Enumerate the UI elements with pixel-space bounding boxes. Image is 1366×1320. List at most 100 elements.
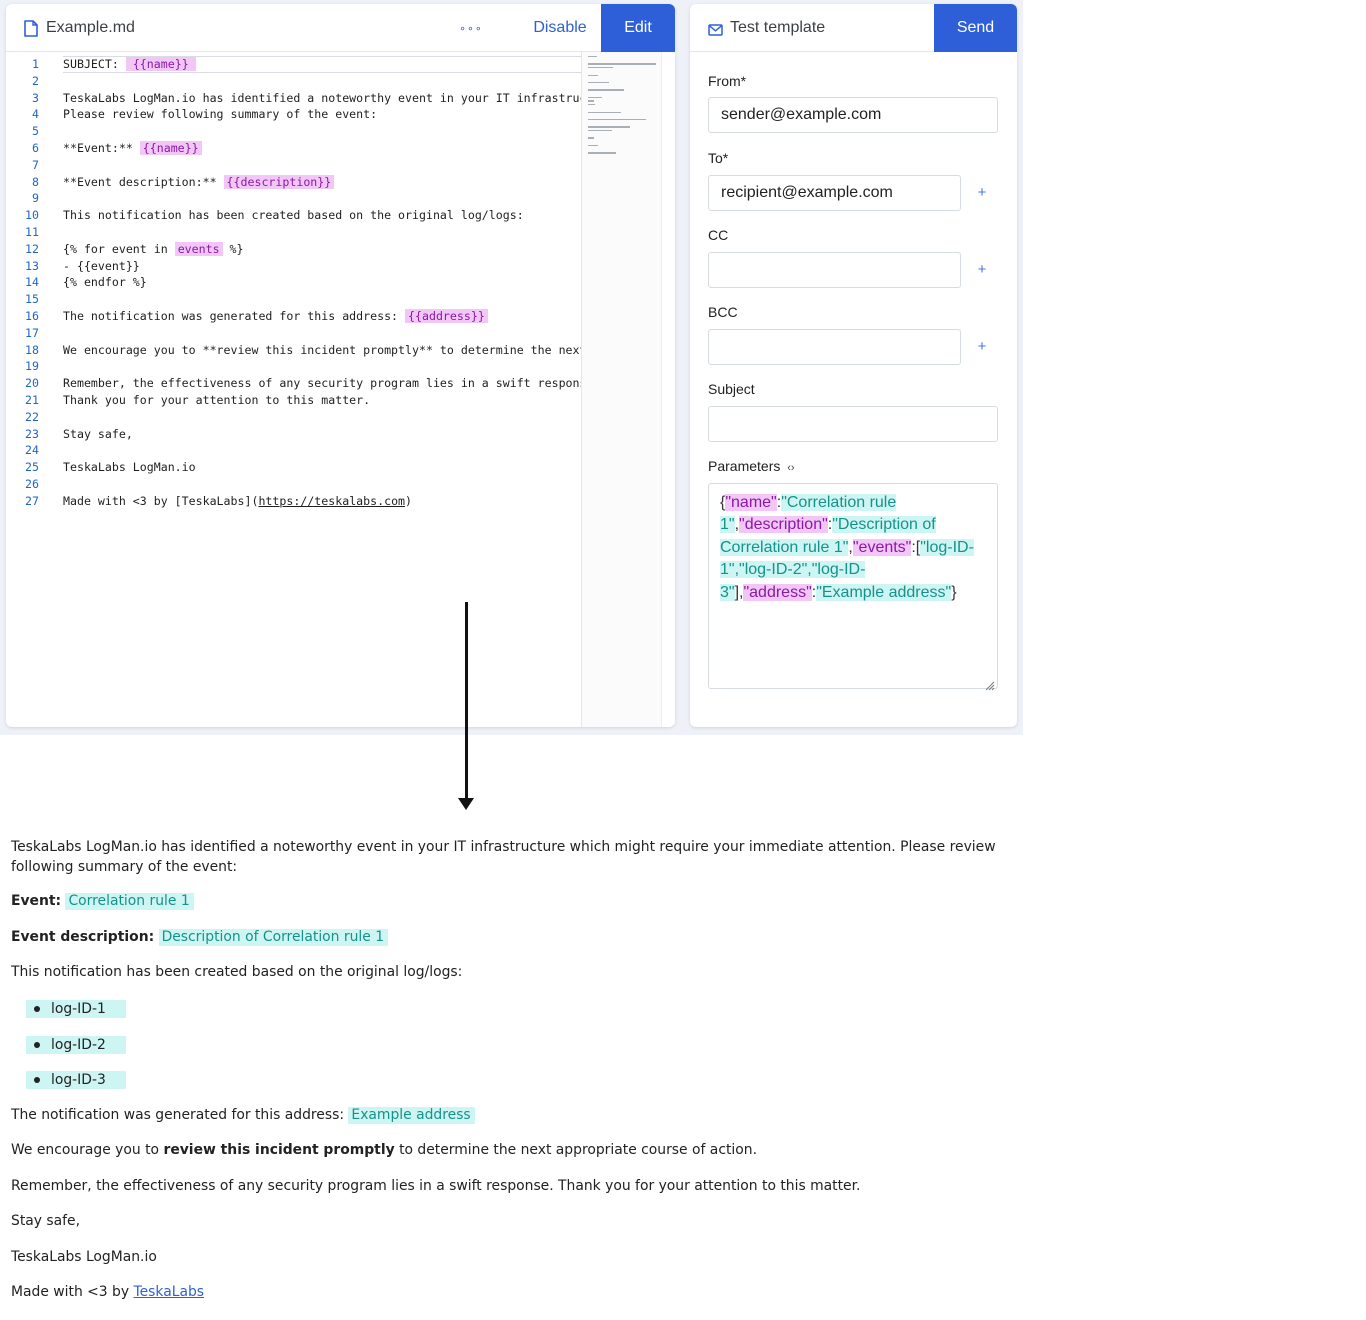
code-line: 19	[6, 358, 581, 375]
code-line: 20 Remember, the effectiveness of any sec…	[6, 375, 581, 392]
line-number: 2	[32, 73, 39, 88]
code-line: 16 The notification was generated for thi…	[6, 308, 581, 325]
subject-field[interactable]	[708, 406, 998, 442]
parameters-json-content: {"name":"Correlation rule 1","descriptio…	[720, 494, 974, 601]
from-field[interactable]	[708, 97, 998, 133]
minimap-line	[588, 144, 599, 147]
line-content: Stay safe,	[63, 426, 133, 443]
json-punctuation: }	[951, 583, 957, 601]
preview-address-line: The notification was generated for this …	[11, 1107, 475, 1124]
code-line: 26	[6, 476, 581, 493]
code-line: 27 Made with <3 by [TeskaLabs](https://te…	[6, 493, 581, 510]
cc-field[interactable]	[708, 252, 961, 288]
bullet-dot	[34, 1077, 40, 1083]
edit-button[interactable]: Edit	[601, 4, 675, 52]
line-number: 15	[25, 292, 39, 307]
more-options-button[interactable]: ∘∘∘	[459, 16, 483, 40]
line-number: 26	[25, 477, 39, 491]
line-content: This notification has been created based…	[63, 207, 524, 224]
code-line: 17	[6, 325, 581, 342]
preview-encourage-after: to determine the next appropriate course…	[399, 1142, 757, 1158]
bcc-field[interactable]	[708, 329, 961, 365]
send-button[interactable]: Send	[934, 4, 1017, 52]
resize-handle-icon[interactable]	[985, 676, 995, 691]
preview-logs-text: This notification has been created based…	[11, 964, 463, 980]
json-key: "events"	[852, 538, 912, 556]
minimap-line	[588, 81, 609, 84]
preview-encourage-before: We encourage you to	[11, 1142, 160, 1158]
list-item-text: log-ID-2	[51, 1037, 106, 1053]
preview-stay-safe: Stay safe,	[11, 1213, 81, 1229]
line-content: {% for event in events %}	[63, 241, 244, 258]
code-line: 4 Please review following summary of the …	[6, 106, 581, 123]
list-item-text: log-ID-1	[51, 1001, 106, 1017]
line-content: SUBJECT: {{name}}	[63, 56, 196, 73]
editor-scrollbar[interactable]	[661, 52, 675, 727]
test-template-panel: Test template Send From* To* + CC + BCC …	[690, 4, 1017, 727]
preview-encourage-bold: review this incident promptly	[163, 1142, 395, 1158]
minimap-line	[588, 126, 631, 128]
code-text: We encourage you to **review this incide…	[63, 342, 581, 357]
from-label: From*	[708, 73, 747, 89]
code-line: 24	[6, 442, 581, 459]
preview-event-line: Event: Correlation rule 1	[11, 893, 194, 910]
code-minimap[interactable]	[581, 52, 661, 727]
code-text: %}	[222, 241, 244, 256]
minimap-line	[588, 137, 594, 139]
line-number: 23	[25, 426, 39, 441]
to-field[interactable]	[708, 175, 961, 211]
editor-header: Example.md ∘∘∘ Disable Edit	[6, 4, 675, 52]
preview-encourage-line: We encourage you to review this incident…	[11, 1142, 757, 1158]
line-number: 6	[32, 141, 39, 155]
line-content: Thank you for your attention to this mat…	[63, 392, 370, 409]
line-content: Remember, the effectiveness of any secur…	[63, 375, 581, 392]
line-content: TeskaLabs LogMan.io has identified a not…	[63, 90, 581, 107]
line-number: 5	[32, 124, 39, 139]
minimap-line	[588, 100, 595, 102]
add-bcc-plus-icon[interactable]: +	[975, 339, 989, 354]
minimap-line	[588, 104, 595, 106]
code-text: Please review following summary of the e…	[63, 107, 378, 122]
line-content: {% endfor %}	[63, 274, 147, 291]
code-text: Stay safe,	[63, 426, 133, 441]
add-to-plus-icon[interactable]: +	[975, 185, 989, 200]
line-content: **Event:** {{name}}	[63, 140, 202, 157]
preview-intro: TeskaLabs LogMan.io has identified a not…	[11, 839, 996, 875]
code-text: Remember, the effectiveness of any secur…	[63, 376, 581, 391]
preview-made-with: Made with <3 by	[11, 1284, 130, 1300]
code-toggle-icon[interactable]: ‹›	[787, 462, 794, 474]
add-cc-plus-icon[interactable]: +	[975, 262, 989, 277]
minimap-line	[588, 74, 599, 76]
parameters-json-editor[interactable]: {"name":"Correlation rule 1","descriptio…	[708, 483, 998, 691]
json-value: "Example address"	[816, 583, 952, 601]
code-editor[interactable]: 1 SUBJECT: {{name}} 2 3 TeskaLabs LogMan.io …	[6, 52, 581, 727]
code-text: This notification has been created based…	[63, 208, 524, 223]
editor-filename: Example.md	[46, 19, 135, 36]
line-content: - {{event}}	[63, 258, 140, 275]
code-text: TeskaLabs LogMan.io has identified a not…	[63, 90, 581, 105]
parameters-label: Parameters ‹›	[708, 458, 795, 474]
line-number: 19	[25, 359, 39, 374]
code-line: 8 **Event description:** {{description}}	[6, 174, 581, 191]
line-number: 11	[25, 225, 39, 239]
disable-button[interactable]: Disable	[516, 4, 604, 52]
code-text: Made with <3 by [TeskaLabs](	[63, 493, 259, 508]
json-key: "address"	[743, 583, 812, 601]
teskalabs-link[interactable]: TeskaLabs	[134, 1284, 205, 1300]
mail-icon	[708, 23, 723, 36]
code-text: TeskaLabs LogMan.io	[63, 460, 196, 475]
line-number: 16	[25, 309, 39, 323]
line-content: **Event description:** {{description}}	[63, 174, 335, 191]
minimap-line	[588, 96, 602, 99]
preview-address-value: Example address	[348, 1107, 475, 1124]
line-content: TeskaLabs LogMan.io	[63, 459, 196, 476]
code-line: 3 TeskaLabs LogMan.io has identified a no…	[6, 90, 581, 107]
line-content: We encourage you to **review this incide…	[63, 342, 581, 359]
preview-made-with-line: Made with <3 by TeskaLabs	[11, 1284, 204, 1300]
minimap-line	[588, 118, 646, 121]
test-template-header: Test template Send	[690, 4, 1017, 52]
list-item: log-ID-2	[26, 1036, 126, 1054]
code-line: 15	[6, 291, 581, 308]
code-line: 5	[6, 123, 581, 140]
code-line: 12 {% for event in events %}	[6, 241, 581, 258]
